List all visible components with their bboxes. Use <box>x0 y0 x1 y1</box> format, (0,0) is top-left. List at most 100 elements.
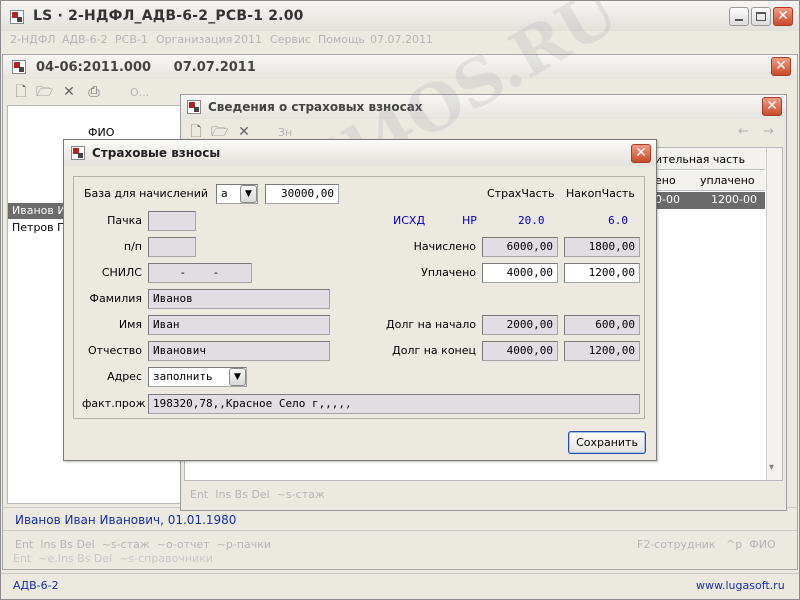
accrued-label: Начислено <box>413 240 476 253</box>
grid-header-row: ено уплачено <box>655 171 765 191</box>
open-folder-icon[interactable]: 🗁 <box>211 124 228 140</box>
pn-label: п/п <box>123 240 142 253</box>
paid-nakop-value: 1200,00 <box>588 266 635 279</box>
chevron-down-icon: ▼ <box>234 372 241 382</box>
debt-end-strah-value: 4000,00 <box>506 344 553 357</box>
rate-nakop: 6.0 <box>608 214 628 227</box>
paid-nakop-field[interactable]: 1200,00 <box>564 263 640 283</box>
base-label: База для начислений <box>84 187 209 200</box>
patronymic-field[interactable]: Иванович <box>148 341 330 361</box>
address-label: Адрес <box>107 370 142 383</box>
save-button[interactable]: Сохранить <box>568 431 646 454</box>
insurance-hotkeys: Ent Ins Bs Del ~s-стаж <box>190 488 325 501</box>
menu-item-organization[interactable]: Организация <box>156 33 232 46</box>
base-letter-dropdown[interactable]: ▼ <box>240 185 257 203</box>
col-header-strah: СтрахЧасть <box>487 187 555 200</box>
base-amount-value: 30000,00 <box>281 187 334 200</box>
rate-strah: 20.0 <box>518 214 545 227</box>
menu-item-date[interactable]: 07.07.2011 <box>370 33 433 46</box>
pachka-label: Пачка <box>107 214 142 227</box>
close-button[interactable]: ✕ <box>773 7 793 26</box>
main-titlebar[interactable]: LS · 2-НДФЛ_АДВ-6-2_РСВ-1 2.00 ✕ <box>1 1 799 31</box>
menu-item-help[interactable]: Помощь <box>318 33 365 46</box>
new-document-icon[interactable]: 🗋 <box>13 84 29 100</box>
grid-column-group-header: ительная часть <box>655 148 765 170</box>
pachka-field[interactable] <box>148 211 196 231</box>
debt-end-nakop-field[interactable]: 1200,00 <box>564 341 640 361</box>
base-amount-field[interactable]: 30000,00 <box>265 184 339 204</box>
snils-field[interactable]: - - <box>148 263 252 283</box>
document-logo-icon <box>12 60 26 74</box>
menu-item-adv62[interactable]: АДВ-6-2 <box>62 33 108 46</box>
patronymic-label: Отчество <box>87 344 142 357</box>
paid-label: Уплачено <box>421 266 476 279</box>
minimize-icon <box>735 19 743 21</box>
close-icon: ✕ <box>777 8 789 24</box>
menu-item-rsv1[interactable]: РСВ-1 <box>115 33 148 46</box>
chevron-down-icon: ▼ <box>245 189 252 199</box>
document-hotkeys: Ent Ins Bs Del ~s-стаж ~o-отчет ~p-пачки <box>15 538 272 551</box>
fact-label: факт.прож <box>82 397 146 410</box>
table-row[interactable]: 0-00 1200-00 <box>655 192 765 209</box>
status-bar: АДВ-6-2 www.lugasoft.ru <box>1 573 799 599</box>
grid-group-title: ительная часть <box>655 153 746 166</box>
document-titlebar[interactable]: 04-06:2011.000 07.07.2011 ✕ <box>3 55 797 79</box>
debt-start-strah-field[interactable]: 2000,00 <box>482 315 558 335</box>
close-icon: ✕ <box>766 98 778 114</box>
scroll-down-icon[interactable]: ▾ <box>769 462 774 473</box>
debt-end-strah-field[interactable]: 4000,00 <box>482 341 558 361</box>
grid-scrollbar[interactable]: ▾ <box>766 148 782 480</box>
status-left: АДВ-6-2 <box>13 579 59 592</box>
delete-icon[interactable]: ✕ <box>236 124 252 140</box>
insurance-toolbar-extra[interactable]: Зн <box>278 126 292 139</box>
dialog-close-button[interactable]: ✕ <box>631 144 651 163</box>
main-window: LS · 2-НДФЛ_АДВ-6-2_РСВ-1 2.00 ✕ 2-НДФЛ … <box>0 0 800 600</box>
maximize-icon <box>756 12 766 21</box>
nav-back-icon[interactable]: ← <box>738 124 749 139</box>
name-label: Имя <box>118 318 142 331</box>
dialog-titlebar[interactable]: Страховые взносы ✕ <box>64 140 656 166</box>
save-button-label: Сохранить <box>576 436 638 449</box>
debt-start-nakop-value: 600,00 <box>595 318 635 331</box>
close-icon: ✕ <box>635 145 647 161</box>
table-cell: 1200-00 <box>711 193 757 206</box>
debt-start-label: Долг на начало <box>386 318 476 331</box>
pn-field[interactable] <box>148 237 196 257</box>
status-website-link[interactable]: www.lugasoft.ru <box>696 579 785 592</box>
accrued-strah-field[interactable]: 6000,00 <box>482 237 558 257</box>
document-title: 04-06:2011.000 07.07.2011 <box>36 60 256 75</box>
accrued-nakop-value: 1800,00 <box>588 240 635 253</box>
document-hotkeys-right: F2-сотрудник ^p ФИО <box>637 538 776 551</box>
list-header-fio[interactable]: ФИО <box>88 126 114 139</box>
accrued-nakop-field[interactable]: 1800,00 <box>564 237 640 257</box>
menu-item-service[interactable]: Сервис <box>270 33 311 46</box>
selected-person: Иванов Иван Иванович, 01.01.1980 <box>15 513 237 527</box>
document-close-button[interactable]: ✕ <box>771 57 791 76</box>
surname-field[interactable]: Иванов <box>148 289 330 309</box>
snils-label: СНИЛС <box>101 266 142 279</box>
debt-start-nakop-field[interactable]: 600,00 <box>564 315 640 335</box>
paid-strah-field[interactable]: 4000,00 <box>482 263 558 283</box>
name-field[interactable]: Иван <box>148 315 330 335</box>
open-folder-icon[interactable]: 🗁 <box>36 84 53 100</box>
close-icon: ✕ <box>775 58 787 74</box>
address-dropdown[interactable]: ▼ <box>229 368 246 386</box>
menu-item-2ndfl[interactable]: 2-НДФЛ <box>10 33 56 46</box>
delete-icon[interactable]: ✕ <box>61 84 77 100</box>
grid-col-header[interactable]: ено <box>655 174 676 187</box>
menu-item-year[interactable]: 2011 <box>234 33 262 46</box>
minimize-button[interactable] <box>729 7 749 26</box>
nav-forward-icon[interactable]: → <box>763 124 774 139</box>
contributions-dialog: Страховые взносы ✕ База для начислений а… <box>63 139 657 461</box>
maximize-button[interactable] <box>751 7 771 26</box>
insurance-close-button[interactable]: ✕ <box>762 97 782 116</box>
app-title: LS · 2-НДФЛ_АДВ-6-2_РСВ-1 2.00 <box>33 8 304 24</box>
list-item-label: Иванов И <box>12 204 66 217</box>
print-icon[interactable]: ⎙ <box>86 84 102 100</box>
patronymic-value: Иванович <box>153 344 206 357</box>
accrued-strah-value: 6000,00 <box>506 240 553 253</box>
new-document-icon[interactable]: 🗋 <box>188 124 204 140</box>
fact-address-field[interactable]: 198320,78,,Красное Село г,,,,, <box>148 394 640 414</box>
document-toolbar-extra[interactable]: О... <box>130 86 149 99</box>
grid-col-header[interactable]: уплачено <box>700 174 755 187</box>
